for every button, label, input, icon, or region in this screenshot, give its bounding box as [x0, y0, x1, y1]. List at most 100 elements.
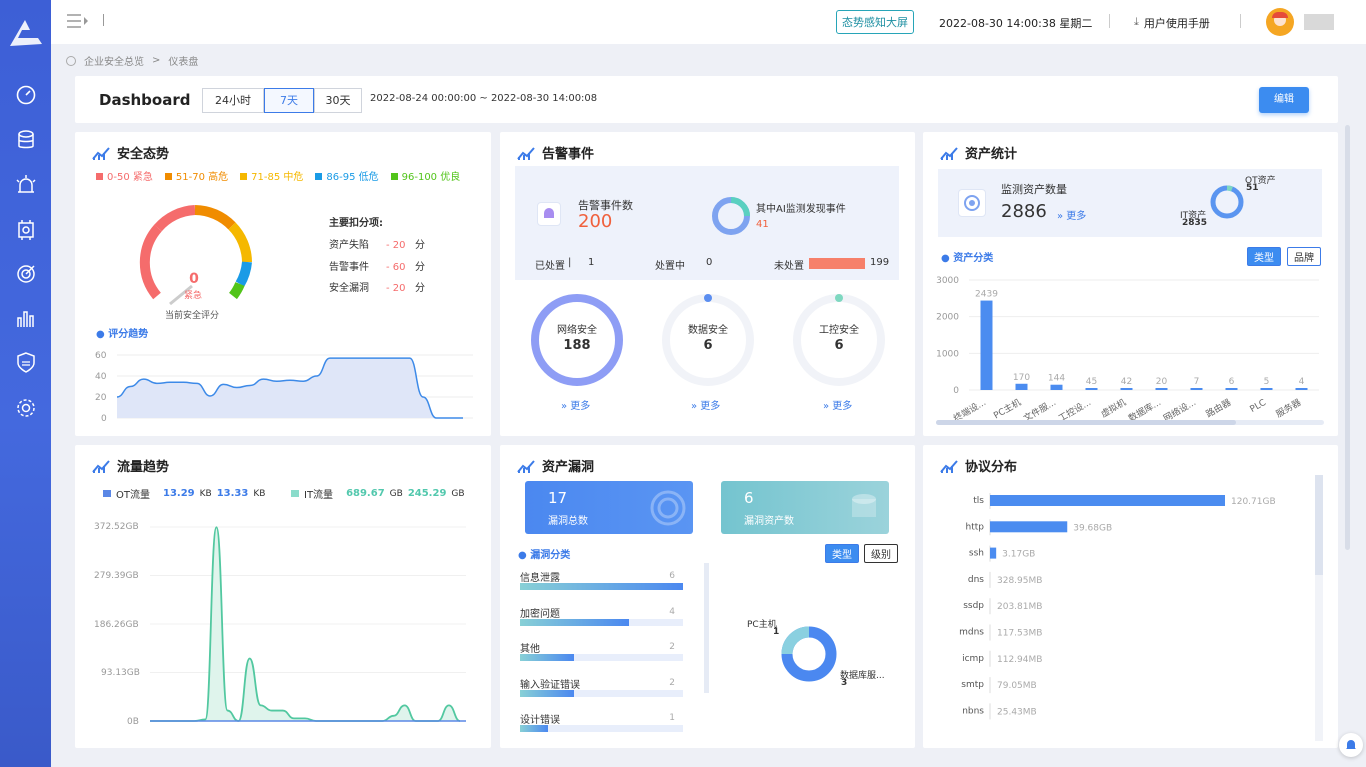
brand-button[interactable]: 品牌 — [1287, 247, 1321, 266]
vuln-row: 设计错误 1 — [520, 711, 683, 747]
nav-gear-icon[interactable] — [13, 395, 39, 421]
nav-alarm-icon[interactable] — [13, 172, 39, 198]
ot-it-donut — [1210, 185, 1244, 219]
data-label: 112.94MB — [997, 655, 1042, 665]
card-title: 流量趋势 — [91, 456, 169, 475]
processing-count: 0 — [706, 257, 713, 268]
nav-chip-icon[interactable] — [13, 217, 39, 243]
category-label: icmp — [962, 654, 984, 664]
category-label: 虚拟机 — [1099, 396, 1128, 420]
tab-30d[interactable]: 30天 — [314, 88, 362, 113]
unhandled-bar — [809, 258, 865, 269]
bar — [1260, 388, 1273, 390]
unhandled-label: 未处置 — [774, 261, 804, 272]
unhandled-count: 199 — [870, 257, 890, 268]
alerts-card: 告警事件 告警事件数 200 其中AI监测发现事件 41 已处置 | 1 处置中… — [500, 132, 915, 436]
tab-7d[interactable]: 7天 — [264, 88, 314, 113]
nav-chart-icon[interactable] — [13, 306, 39, 332]
monitor-count: 2886 — [1001, 201, 1047, 222]
manual-link[interactable]: ⤓ 用户使用手册 — [1134, 15, 1210, 31]
page-scrollbar[interactable] — [1345, 125, 1350, 550]
alert-count: 200 — [578, 211, 613, 232]
protocol-scrollbar[interactable] — [1315, 475, 1323, 741]
sidebar — [0, 0, 51, 767]
vuln-asset-pie — [781, 626, 837, 682]
ai-donut — [712, 197, 750, 235]
edit-button[interactable]: 编辑 — [1259, 87, 1309, 113]
ring-network-label: 网络安全 — [557, 325, 597, 336]
notification-bell-icon[interactable] — [1339, 733, 1363, 757]
type-button[interactable]: 类型 — [1247, 247, 1281, 266]
score-trend-chart — [117, 354, 473, 419]
time-range-tabs: 24小时 7天 30天 — [202, 88, 362, 113]
vuln-total: 17 — [548, 489, 568, 507]
data-label: 6 — [1229, 377, 1235, 387]
manual-label: 用户使用手册 — [1143, 17, 1210, 30]
security-title: 安全态势 — [117, 147, 170, 162]
menu-toggle-icon[interactable] — [66, 13, 90, 29]
big-screen-button[interactable]: 态势感知大屏 — [836, 10, 914, 34]
it-legend: IT流量 689.67 GB 245.29 GB — [291, 486, 465, 501]
bar — [990, 547, 997, 559]
nav-target-icon[interactable] — [13, 261, 39, 287]
vuln-total-tile: 17 漏洞总数 — [525, 481, 693, 534]
chart-scrollbar[interactable] — [936, 420, 1324, 425]
data-label: 39.68GB — [1073, 523, 1112, 533]
bar — [1120, 388, 1133, 390]
ring-data-value: 6 — [703, 338, 713, 353]
score-label: 当前安全评分 — [165, 311, 220, 321]
more-industrial-link[interactable]: » 更多 — [823, 397, 852, 412]
deduct-list: 资产失陷 - 20 分 告警事件 - 60 分 安全漏洞 - 20 分 — [329, 235, 425, 300]
y-tick: 372.52GB — [94, 522, 139, 532]
trend-icon — [517, 146, 535, 160]
vuln-list: 信息泄露 6 加密问题 4 其他 2 输入验证错误 2 设计错误 1 — [520, 569, 683, 747]
divider — [103, 14, 104, 26]
vuln-total-label: 漏洞总数 — [548, 516, 588, 527]
bar — [990, 495, 1225, 506]
card-title: 告警事件 — [516, 143, 594, 162]
data-label: 203.81MB — [997, 602, 1042, 612]
y-tick-label: 3000 — [936, 276, 959, 286]
nav-shield-icon[interactable] — [13, 350, 39, 376]
more-assets-link[interactable]: » 更多 — [1057, 207, 1086, 222]
logo-icon — [10, 20, 42, 46]
ai-label: 其中AI监测发现事件 — [756, 204, 846, 215]
bar — [1155, 388, 1168, 390]
category-label: PC主机 — [991, 396, 1023, 420]
vuln-bar — [520, 583, 683, 590]
more-network-link[interactable]: » 更多 — [561, 397, 590, 412]
nav-database-icon[interactable] — [13, 127, 39, 153]
date-range: 2022-08-24 00:00:00 ~ 2022-08-30 14:00:0… — [370, 93, 598, 104]
vuln-type-button[interactable]: 类型 — [825, 544, 859, 563]
data-label: 5 — [1264, 377, 1270, 387]
score-level: 紧急 — [184, 291, 203, 301]
page-title: Dashboard — [99, 91, 191, 109]
ot-legend: OT流量 13.29 KB 13.33 KB — [103, 486, 265, 501]
breadcrumb-home[interactable]: 企业安全总览 — [84, 53, 144, 68]
nav-dashboard-icon[interactable] — [13, 82, 39, 108]
more-data-link[interactable]: » 更多 — [691, 397, 720, 412]
area-fill — [117, 358, 463, 418]
avatar[interactable] — [1266, 8, 1294, 36]
it-count: 2835 — [1182, 218, 1208, 228]
tab-24h[interactable]: 24小时 — [202, 88, 264, 113]
ring-industrial-value: 6 — [834, 338, 844, 353]
bar — [1190, 388, 1203, 390]
data-label: 120.71GB — [1231, 497, 1276, 507]
data-label: 20 — [1156, 377, 1168, 387]
category-label: nbns — [962, 706, 984, 716]
vuln-bar — [520, 689, 574, 697]
vuln-scrollbar[interactable] — [704, 563, 709, 693]
vuln-bar — [520, 654, 574, 661]
trend-icon — [92, 459, 110, 473]
data-label: 7 — [1194, 377, 1200, 387]
bar — [990, 521, 1068, 533]
y-tick: 0B — [127, 717, 139, 727]
location-icon — [66, 55, 76, 66]
y-tick: 60 — [95, 351, 107, 361]
pie-pc-count: 1 — [773, 627, 780, 637]
y-tick: 279.39GB — [94, 571, 139, 581]
category-label: tls — [973, 496, 984, 506]
vuln-level-button[interactable]: 级别 — [864, 544, 898, 563]
data-label: 2439 — [975, 290, 998, 300]
